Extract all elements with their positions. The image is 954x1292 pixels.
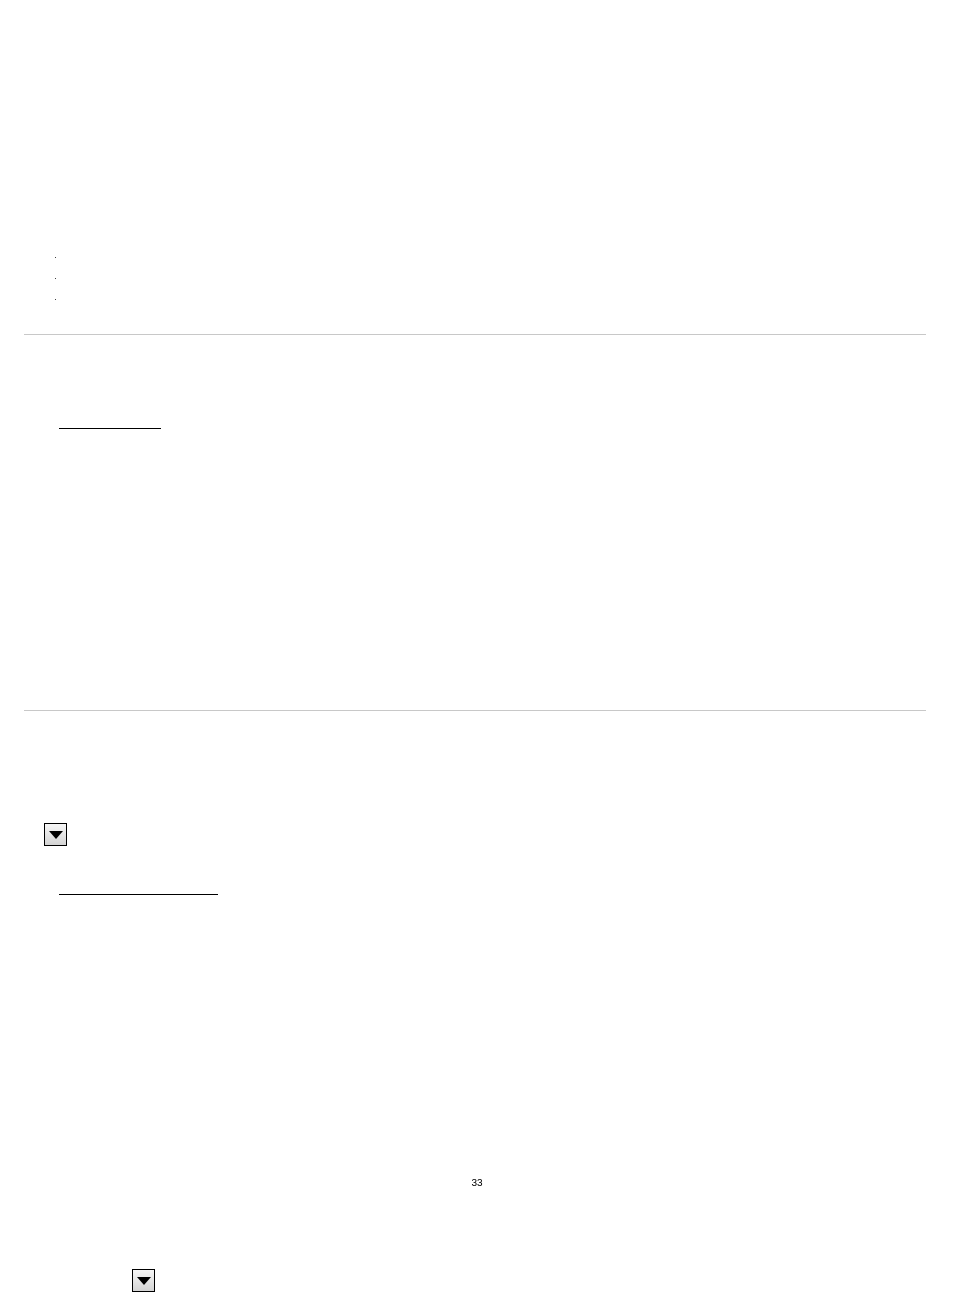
underline-bar (59, 428, 161, 429)
chevron-down-icon (137, 1277, 151, 1285)
bullet-item (64, 247, 926, 268)
section-divider (24, 710, 926, 711)
bullet-item (64, 289, 926, 310)
underline-bar (59, 894, 218, 895)
page-number: 33 (0, 1178, 954, 1189)
bullet-list (24, 247, 926, 310)
chevron-down-icon (49, 831, 63, 839)
dropdown-toggle[interactable] (44, 823, 67, 846)
dropdown-toggle[interactable] (132, 1269, 155, 1292)
section-divider (24, 334, 926, 335)
bullet-item (64, 268, 926, 289)
document-page: 33 (0, 0, 954, 1235)
